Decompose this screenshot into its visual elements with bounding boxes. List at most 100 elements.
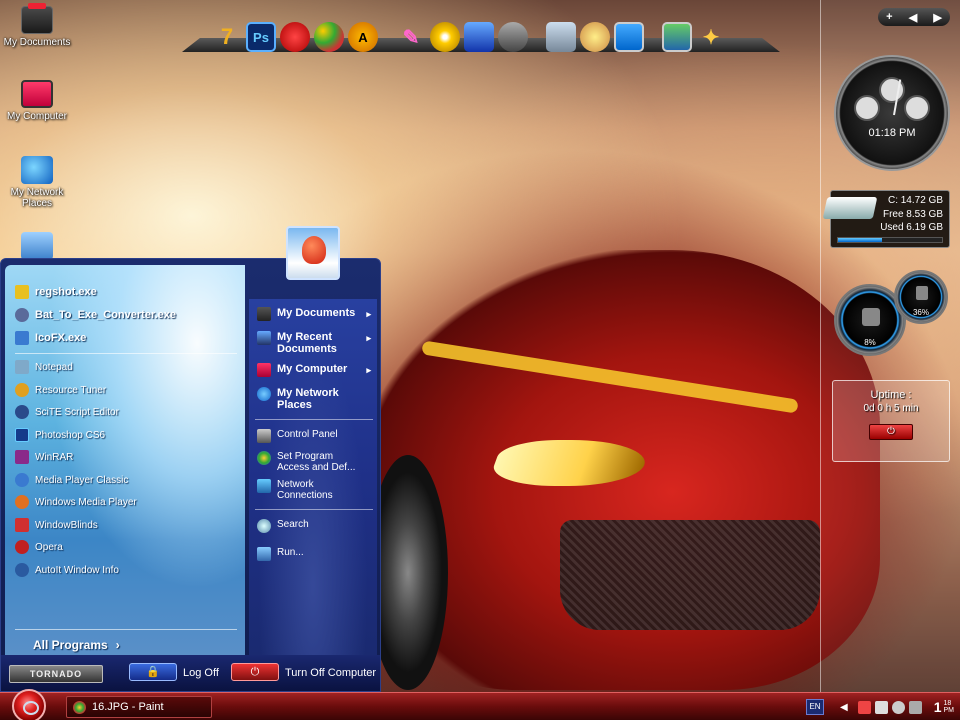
recent-item-resource-tuner[interactable]: Resource Tuner bbox=[15, 383, 106, 397]
menu-item-label: Bat_To_Exe_Converter.exe bbox=[35, 309, 177, 321]
icofx-icon bbox=[15, 331, 29, 345]
turn-off-label[interactable]: Turn Off Computer bbox=[285, 667, 376, 679]
calculator-icon[interactable] bbox=[546, 22, 576, 52]
clock-subdial bbox=[904, 95, 930, 121]
taskbar-button-paint[interactable]: 16.JPG - Paint bbox=[66, 696, 212, 718]
recent-item-scite[interactable]: SciTE Script Editor bbox=[15, 405, 119, 419]
prev-gadget-button[interactable]: ◀ bbox=[909, 11, 917, 24]
recent-item-wmp[interactable]: Windows Media Player bbox=[15, 495, 137, 509]
clock-gadget[interactable]: 01:18 PM bbox=[834, 55, 950, 171]
right-item-run[interactable]: Run... bbox=[257, 547, 375, 561]
pinned-item-regshot[interactable]: regshot.exe bbox=[15, 285, 97, 299]
start-button[interactable] bbox=[12, 689, 46, 720]
menu-item-label: AutoIt Window Info bbox=[35, 564, 119, 576]
uptime-gadget[interactable]: Uptime : 0d 0 h 5 min ⏻ bbox=[832, 380, 950, 462]
converter-icon bbox=[15, 308, 29, 322]
memory-gauge-value: 36% bbox=[912, 308, 929, 317]
recent-item-winrar[interactable]: WinRAR bbox=[15, 450, 73, 464]
clock-minute: 18 bbox=[943, 700, 952, 707]
right-item-my-recent-documents[interactable]: My Recent Documents ▸ bbox=[257, 331, 375, 355]
pinned-item-bat-to-exe[interactable]: Bat_To_Exe_Converter.exe bbox=[15, 308, 176, 322]
recent-item-photoshop[interactable]: Photoshop CS6 bbox=[15, 428, 105, 442]
menu-item-label: Control Panel bbox=[277, 429, 338, 440]
paint-palette-icon[interactable] bbox=[314, 22, 344, 52]
brand-logo: TORNADO bbox=[9, 665, 103, 683]
desktop-icon-my-documents[interactable]: My Documents bbox=[0, 6, 74, 48]
inkscape-icon[interactable]: ✎ bbox=[396, 22, 426, 52]
recent-item-notepad[interactable]: Notepad bbox=[15, 360, 73, 374]
tray-expand-icon[interactable]: ◀ bbox=[840, 702, 848, 713]
monitor-icon[interactable] bbox=[614, 22, 644, 52]
menu-item-label: Notepad bbox=[35, 361, 73, 373]
right-item-my-documents[interactable]: My Documents ▸ bbox=[257, 307, 375, 321]
menu-separator bbox=[15, 629, 237, 630]
log-off-label[interactable]: Log Off bbox=[183, 667, 219, 679]
recent-documents-icon bbox=[257, 331, 271, 345]
language-indicator[interactable]: EN bbox=[806, 699, 824, 715]
app-store-icon[interactable] bbox=[464, 22, 494, 52]
gadget-sidebar-controls: + ◀ ▶ bbox=[878, 8, 950, 26]
desktop-display-icon[interactable] bbox=[662, 22, 692, 52]
brush-icon[interactable] bbox=[580, 22, 610, 52]
desktop-icon-my-computer[interactable]: My Computer bbox=[0, 80, 74, 122]
aimp-icon[interactable]: A bbox=[348, 22, 378, 52]
menu-item-label: Search bbox=[277, 519, 309, 530]
wallpaper-car-grille bbox=[560, 520, 820, 630]
add-gadget-button[interactable]: + bbox=[886, 11, 892, 23]
cpu-gauge-value: 8% bbox=[864, 338, 876, 347]
tray-network-icon[interactable] bbox=[874, 700, 888, 714]
recent-item-autoit[interactable]: AutoIt Window Info bbox=[15, 563, 119, 577]
uptime-power-button[interactable]: ⏻ bbox=[869, 424, 913, 440]
7-zip-icon[interactable]: 7 bbox=[212, 22, 242, 52]
volume-icon[interactable] bbox=[891, 700, 905, 714]
tray-app-icon[interactable] bbox=[857, 700, 871, 714]
right-item-network-connections[interactable]: Network Connections bbox=[257, 479, 375, 501]
right-item-control-panel[interactable]: Control Panel bbox=[257, 429, 375, 443]
ccleaner-icon[interactable] bbox=[280, 22, 310, 52]
next-gadget-button[interactable]: ▶ bbox=[933, 11, 941, 24]
network-connections-icon bbox=[257, 479, 271, 493]
taskbar-clock[interactable]: 1 18 PM bbox=[934, 699, 954, 715]
menu-separator bbox=[255, 419, 373, 420]
clock-ampm: PM bbox=[943, 707, 955, 714]
right-item-set-program-access[interactable]: Set Program Access and Def... bbox=[257, 451, 375, 473]
log-off-button[interactable]: 🔒 bbox=[129, 663, 177, 681]
menu-item-label: My Recent Documents bbox=[277, 331, 337, 355]
clock-subdial bbox=[879, 77, 905, 103]
menu-item-label: Network Connections bbox=[277, 479, 333, 501]
desktop-icon-label: My Network Places bbox=[10, 187, 64, 209]
pinned-item-icofx[interactable]: IcoFX.exe bbox=[15, 331, 86, 345]
desktop-icon-my-network-places[interactable]: My Network Places bbox=[0, 156, 74, 209]
chevron-right-icon: ▸ bbox=[366, 309, 371, 319]
clock-time: 01:18 PM bbox=[868, 127, 916, 139]
drive-usage-fill bbox=[838, 238, 882, 242]
all-programs-button[interactable]: All Programs › bbox=[33, 638, 120, 652]
notepad-icon bbox=[15, 360, 29, 374]
tray-window-icon[interactable] bbox=[908, 700, 922, 714]
photoshop-icon[interactable]: Ps bbox=[246, 22, 276, 52]
turn-off-button[interactable]: ⏻ bbox=[231, 663, 279, 681]
menu-separator bbox=[255, 509, 373, 510]
recent-item-opera[interactable]: Opera bbox=[15, 540, 63, 554]
lock-icon: 🔒 bbox=[146, 666, 160, 678]
drive-gadget[interactable]: C: 14.72 GB Free 8.53 GB Used 6.19 GB bbox=[822, 190, 950, 248]
start-menu: regshot.exe Bat_To_Exe_Converter.exe Ico… bbox=[0, 258, 381, 692]
right-item-search[interactable]: Search bbox=[257, 519, 375, 533]
clock-subdial bbox=[854, 95, 880, 121]
scite-icon bbox=[15, 405, 29, 419]
desktop-icon-label: My Computer bbox=[6, 111, 67, 122]
uptime-title: Uptime : bbox=[870, 389, 912, 401]
right-item-my-computer[interactable]: My Computer ▸ bbox=[257, 363, 375, 377]
recent-item-mpc[interactable]: Media Player Classic bbox=[15, 473, 128, 487]
user-avatar[interactable] bbox=[286, 226, 340, 280]
memory-gauge[interactable]: 36% bbox=[894, 270, 948, 324]
taskbar-button-label: 16.JPG - Paint bbox=[92, 701, 164, 713]
right-item-my-network-places[interactable]: My Network Places bbox=[257, 387, 375, 411]
recycle-bin-icon bbox=[21, 232, 53, 260]
menu-separator bbox=[15, 353, 237, 354]
recent-item-windowblinds[interactable]: WindowBlinds bbox=[15, 518, 98, 532]
settings-icon[interactable] bbox=[498, 22, 528, 52]
paint-icon bbox=[73, 700, 86, 714]
tools-icon[interactable]: ✦ bbox=[696, 22, 726, 52]
dvd-icon[interactable] bbox=[430, 22, 460, 52]
